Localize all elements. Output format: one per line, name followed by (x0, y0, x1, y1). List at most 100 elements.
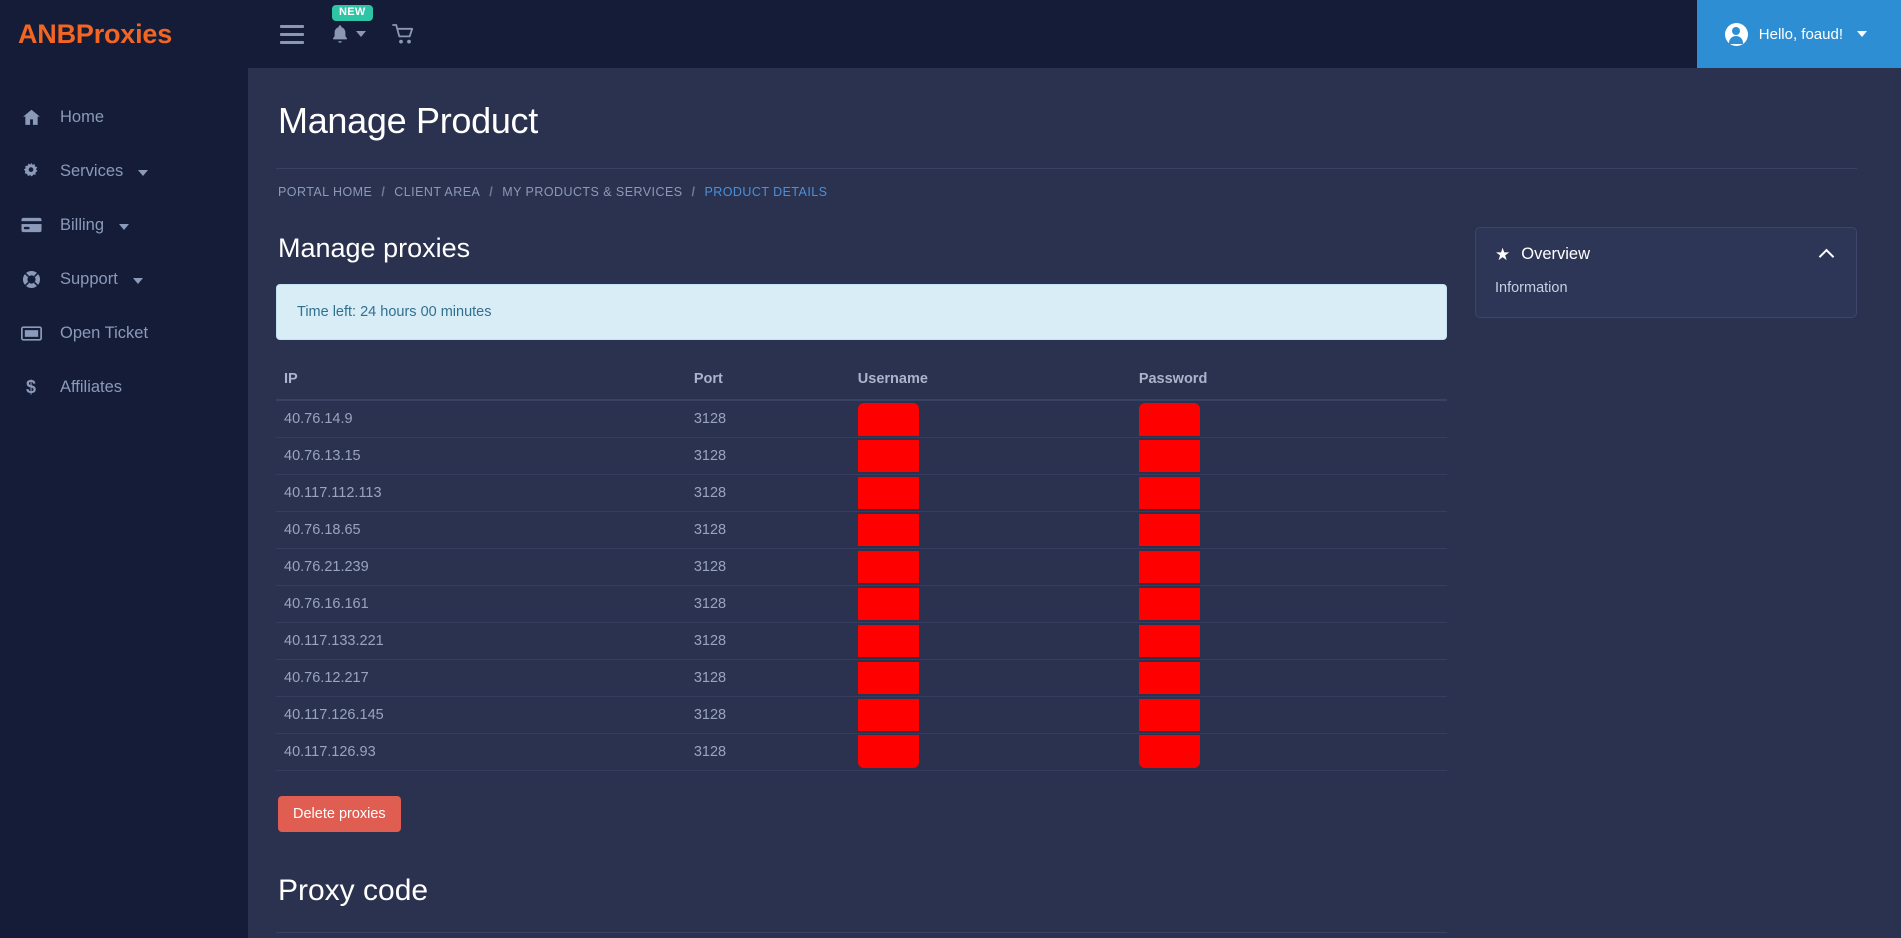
table-row: 40.117.133.221 3128 (276, 622, 1447, 660)
redacted-username (857, 403, 919, 436)
sidebar-item-home[interactable]: Home (0, 90, 248, 144)
proxy-code-section: Proxy code (276, 874, 1447, 933)
cell-password (1130, 474, 1447, 512)
ticket-icon (14, 325, 48, 341)
sidebar-item-open-ticket[interactable]: Open Ticket (0, 306, 248, 360)
cell-username (849, 474, 1131, 512)
breadcrumb-separator: / (691, 185, 696, 199)
cell-ip: 40.117.126.145 (276, 696, 686, 734)
redacted-password (1138, 551, 1200, 583)
sidebar-item-affiliates[interactable]: $ Affiliates (0, 360, 248, 414)
chevron-down-icon (132, 277, 143, 284)
content-row: Manage proxies Time left: 24 hours 00 mi… (276, 227, 1857, 933)
redacted-username (857, 588, 919, 620)
redacted-password (1138, 514, 1200, 546)
sidebar-item-billing[interactable]: Billing (0, 198, 248, 252)
breadcrumb: PORTAL HOME / CLIENT AREA / MY PRODUCTS … (276, 169, 1857, 199)
cell-port: 3128 (685, 622, 850, 660)
redacted-username (857, 551, 919, 583)
notifications-button[interactable]: NEW (330, 5, 373, 54)
notifications-new-badge: NEW (332, 5, 373, 21)
table-row: 40.76.21.239 3128 (276, 548, 1447, 586)
user-greeting-label: Hello, foaud! (1758, 25, 1843, 43)
star-icon: ★ (1495, 245, 1511, 264)
cell-ip: 40.76.12.217 (276, 659, 686, 697)
table-row: 40.76.14.9 3128 (276, 399, 1447, 438)
cell-port: 3128 (685, 511, 850, 549)
cart-icon (392, 23, 414, 43)
cell-username (849, 548, 1131, 586)
svg-text:$: $ (26, 377, 36, 397)
breadcrumb-separator: / (489, 185, 494, 199)
table-row: 40.76.18.65 3128 (276, 511, 1447, 549)
table-row: 40.117.126.93 3128 (276, 733, 1447, 771)
chevron-down-icon (356, 31, 366, 37)
bell-icon (332, 25, 348, 43)
cell-password (1130, 511, 1447, 549)
overview-panel-header[interactable]: ★ Overview (1476, 228, 1856, 278)
sidebar-item-label: Support (60, 269, 118, 288)
column-header-port: Port (685, 362, 850, 401)
cell-username (849, 696, 1131, 734)
section-title: Manage proxies (278, 233, 471, 263)
user-menu-button[interactable]: Hello, foaud! (1696, 0, 1901, 68)
gear-icon (14, 162, 48, 180)
avatar (1724, 22, 1748, 46)
cell-port: 3128 (685, 437, 850, 475)
breadcrumb-item-my-products-services[interactable]: MY PRODUCTS & SERVICES (502, 185, 682, 199)
sidebar-item-services[interactable]: Services (0, 144, 248, 198)
breadcrumb-item-product-details[interactable]: PRODUCT DETAILS (704, 185, 827, 199)
chevron-down-icon (119, 223, 130, 230)
breadcrumb-item-portal-home[interactable]: PORTAL HOME (278, 185, 372, 199)
sidebar-item-label: Affiliates (60, 377, 123, 396)
cell-username (849, 585, 1131, 623)
cell-ip: 40.117.133.221 (276, 622, 686, 660)
proxies-table: IP Port Username Password 40.76.14.9 3128… (276, 362, 1447, 771)
body-row: Home Services Billing Support Open Ticke… (0, 68, 1901, 938)
redacted-username (857, 625, 919, 657)
redacted-password (1138, 662, 1200, 694)
brand-logo[interactable]: ANBProxies (18, 19, 172, 50)
sidebar-item-label: Home (60, 107, 105, 126)
redacted-username (857, 662, 919, 694)
redacted-password (1138, 403, 1200, 436)
table-row: 40.76.12.217 3128 (276, 659, 1447, 697)
cell-username (849, 659, 1131, 697)
chevron-down-icon (1857, 31, 1867, 37)
app-root: ANBProxies NEW Hello, foaud! Home Servic… (0, 0, 1901, 938)
cell-password (1130, 659, 1447, 697)
credit-card-icon (14, 217, 48, 233)
cell-ip: 40.76.14.9 (276, 399, 686, 438)
overview-panel-link-information[interactable]: Information (1476, 278, 1856, 317)
menu-toggle-button[interactable] (280, 14, 304, 54)
cell-port: 3128 (685, 474, 850, 512)
cell-username (849, 733, 1131, 771)
proxy-code-divider (276, 932, 1447, 933)
cell-username (849, 622, 1131, 660)
cell-ip: 40.76.13.15 (276, 437, 686, 475)
cell-port: 3128 (685, 696, 850, 734)
redacted-password (1138, 588, 1200, 620)
bell-wrap: NEW (330, 5, 373, 45)
cell-port: 3128 (685, 659, 850, 697)
lifebuoy-icon (14, 270, 48, 289)
page-title: Manage Product (278, 100, 538, 141)
chevron-up-icon[interactable] (1818, 248, 1835, 265)
cell-ip: 40.76.18.65 (276, 511, 686, 549)
sidebar-item-support[interactable]: Support (0, 252, 248, 306)
sidebar-item-label: Billing (60, 215, 105, 234)
proxy-code-title: Proxy code (278, 874, 429, 907)
cart-button[interactable] (392, 14, 417, 54)
table-row: 40.117.126.145 3128 (276, 696, 1447, 734)
cell-ip: 40.76.21.239 (276, 548, 686, 586)
sidebar-item-label: Open Ticket (60, 323, 149, 342)
breadcrumb-item-client-area[interactable]: CLIENT AREA (394, 185, 480, 199)
table-row: 40.117.112.113 3128 (276, 474, 1447, 512)
redacted-password (1138, 440, 1200, 472)
cell-password (1130, 399, 1447, 438)
cell-password (1130, 437, 1447, 475)
manage-proxies-section: Manage proxies Time left: 24 hours 00 mi… (276, 233, 1447, 933)
table-row: 40.76.16.161 3128 (276, 585, 1447, 623)
delete-proxies-button[interactable]: Delete proxies (278, 796, 401, 832)
cell-ip: 40.117.126.93 (276, 733, 686, 771)
